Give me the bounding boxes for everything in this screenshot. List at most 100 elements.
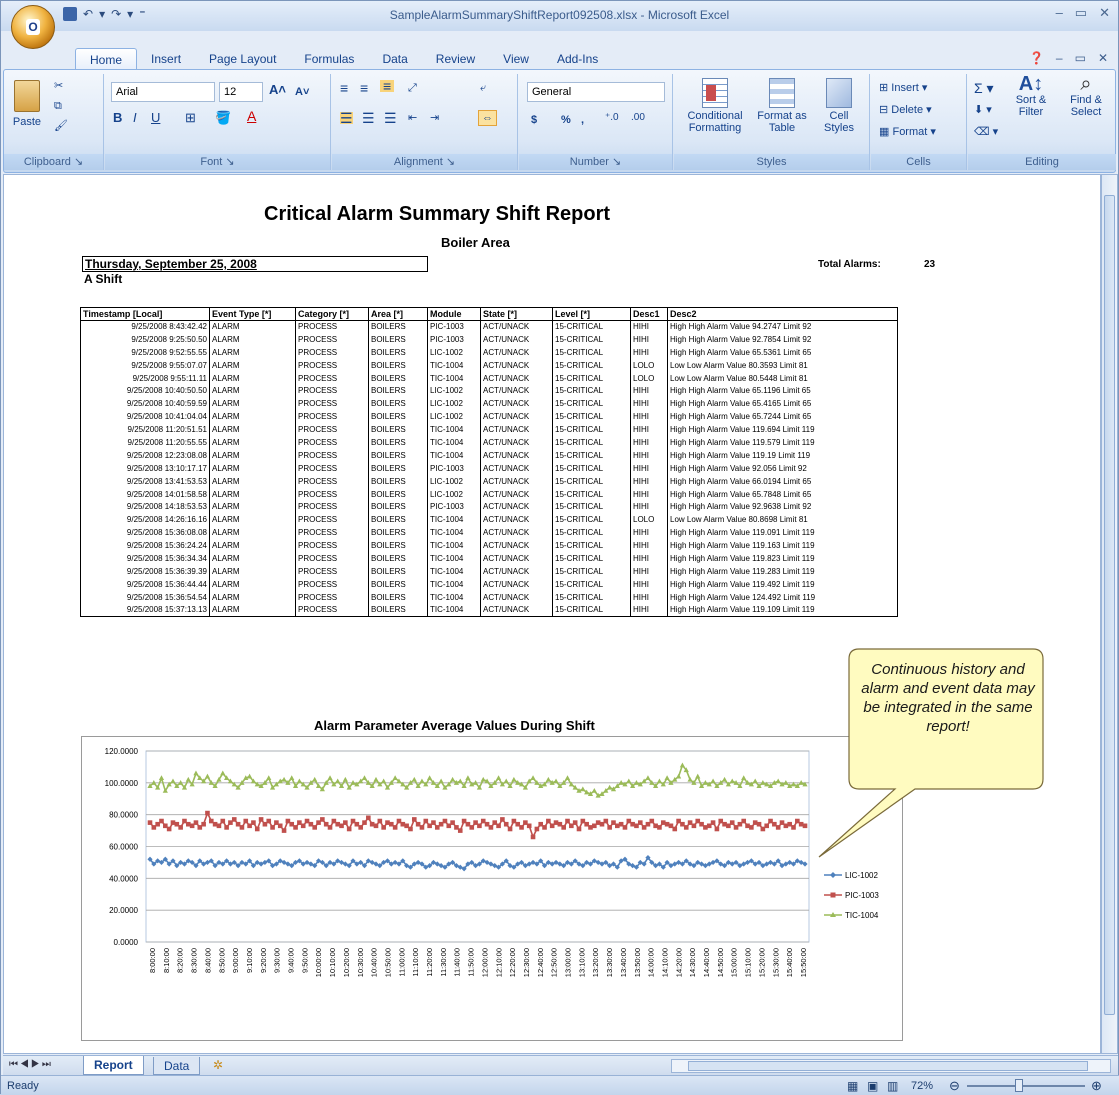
clear-icon[interactable]: ⌫ ▾: [974, 126, 998, 138]
workbook-close-icon[interactable]: ✕: [1098, 51, 1108, 65]
paste-button[interactable]: Paste: [10, 80, 44, 128]
fill-color-icon[interactable]: 🪣: [215, 111, 231, 124]
zoom-level[interactable]: 72%: [911, 1080, 933, 1092]
align-center-icon[interactable]: ☰: [362, 111, 375, 125]
conditional-formatting-button[interactable]: Conditional Formatting: [680, 78, 750, 134]
close-icon[interactable]: ✕: [1099, 5, 1110, 21]
cut-icon[interactable]: ✂: [54, 80, 63, 92]
table-cell: PROCESS: [295, 552, 369, 566]
fill-icon[interactable]: ⬇ ▾: [974, 104, 992, 116]
table-cell: HIHI: [630, 449, 668, 463]
page-break-view-icon[interactable]: ▥: [887, 1079, 898, 1093]
tab-add-ins[interactable]: Add-Ins: [543, 48, 612, 71]
table-row: 9/25/2008 8:43:42.42 ALARM PROCESS BOILERS P…: [80, 320, 898, 334]
grow-font-icon[interactable]: A˄: [269, 83, 286, 96]
workbook-restore-icon[interactable]: ▭: [1075, 51, 1086, 65]
decrease-indent-icon[interactable]: ⇤: [408, 112, 417, 124]
dialog-launcher-icon[interactable]: ↘: [74, 156, 83, 168]
sheet-tab-data[interactable]: Data: [153, 1057, 201, 1075]
data-point: [438, 778, 444, 784]
number-dialog-launcher-icon[interactable]: ↘: [612, 156, 621, 168]
align-right-icon[interactable]: ☰: [384, 111, 397, 125]
table-cell: High High Alarm Value 94.2747 Limit 92: [667, 320, 898, 334]
decrease-decimal-icon[interactable]: .00: [631, 112, 645, 124]
vertical-scrollbar[interactable]: [1101, 174, 1118, 1054]
increase-indent-icon[interactable]: ⇥: [430, 112, 439, 124]
insert-sheet-icon[interactable]: ✲: [213, 1058, 223, 1072]
font-color-icon[interactable]: A: [247, 109, 256, 123]
format-as-table-button[interactable]: Format as Table: [754, 78, 810, 134]
align-left-icon[interactable]: ☰: [340, 111, 353, 125]
table-cell: ACT/UNACK: [480, 449, 553, 463]
office-button[interactable]: O: [11, 5, 55, 49]
zoom-in-icon[interactable]: ⊕: [1091, 1078, 1102, 1094]
font-dialog-launcher-icon[interactable]: ↘: [225, 156, 234, 168]
tab-insert[interactable]: Insert: [137, 48, 195, 71]
paste-label: Paste: [12, 116, 42, 128]
zoom-out-icon[interactable]: ⊖: [949, 1078, 960, 1094]
tab-data[interactable]: Data: [368, 48, 421, 71]
data-point: [591, 787, 597, 793]
data-point: [423, 818, 429, 824]
currency-button[interactable]: $: [531, 114, 537, 126]
horizontal-scrollbar[interactable]: [671, 1059, 1111, 1073]
autosum-icon[interactable]: Σ ▾: [974, 81, 994, 95]
page-layout-view-icon[interactable]: ▣: [867, 1079, 878, 1093]
shrink-font-icon[interactable]: A˅: [295, 86, 309, 98]
align-top-icon[interactable]: ≡: [340, 81, 348, 95]
data-point: [480, 776, 486, 782]
borders-icon[interactable]: ⊞: [185, 111, 196, 124]
font-size-field[interactable]: 12: [219, 82, 263, 102]
tab-view[interactable]: View: [489, 48, 543, 71]
italic-icon[interactable]: I: [133, 111, 137, 124]
data-point: [546, 818, 551, 824]
cell-styles-button[interactable]: Cell Styles: [814, 78, 864, 134]
align-bottom-icon[interactable]: ≡: [380, 79, 395, 93]
zoom-slider[interactable]: [967, 1079, 1085, 1092]
orientation-icon[interactable]: ⤢: [408, 82, 417, 94]
bold-icon[interactable]: B: [113, 111, 122, 124]
data-point: [224, 825, 229, 830]
tab-home[interactable]: Home: [75, 48, 138, 71]
table-cell: 15-CRITICAL: [552, 526, 631, 540]
find-select-button[interactable]: ⌕ Find & Select: [1060, 74, 1112, 118]
table-row: 9/25/2008 10:41:04.04 ALARM PROCESS BOILERS…: [80, 410, 898, 424]
y-tick-label: 80.0000: [109, 811, 138, 820]
minimize-icon[interactable]: –: [1056, 5, 1063, 21]
font-name-field[interactable]: Arial: [111, 82, 215, 102]
copy-icon[interactable]: ⧉: [54, 100, 62, 112]
underline-icon[interactable]: U: [151, 111, 160, 124]
tab-page-layout[interactable]: Page Layout: [195, 48, 290, 71]
table-cell: High High Alarm Value 119.091 Limit 119: [667, 526, 898, 540]
format-cells-button[interactable]: ▦ Format ▾: [879, 126, 936, 138]
alignment-dialog-launcher-icon[interactable]: ↘: [446, 156, 455, 168]
x-tick-label: 9:30:00: [273, 948, 282, 973]
delete-cells-button[interactable]: ⊟ Delete ▾: [879, 104, 932, 116]
zoom-slider-thumb[interactable]: [1015, 1079, 1023, 1092]
comma-button[interactable]: ,: [581, 114, 584, 126]
tab-review[interactable]: Review: [422, 48, 489, 71]
normal-view-icon[interactable]: ▦: [847, 1079, 858, 1093]
horizontal-scroll-thumb[interactable]: [688, 1061, 1088, 1071]
data-point: [216, 823, 222, 829]
format-painter-icon[interactable]: 🖌: [54, 120, 68, 132]
table-cell: 9/25/2008 11:20:55.55: [80, 436, 210, 450]
data-point: [159, 818, 164, 824]
number-format-field[interactable]: General: [527, 82, 665, 102]
align-middle-icon[interactable]: ≡: [360, 81, 368, 95]
sheet-tab-report[interactable]: Report: [83, 1056, 144, 1075]
report-date: Thursday, September 25, 2008: [82, 256, 428, 272]
vertical-scroll-thumb[interactable]: [1104, 195, 1115, 1015]
tab-formulas[interactable]: Formulas: [290, 48, 368, 71]
chart-area[interactable]: 120.0000 100.0000 80.0000 60.0000 40.0000 20.…: [81, 736, 903, 1041]
restore-icon[interactable]: ▭: [1075, 5, 1087, 21]
percent-button[interactable]: %: [561, 114, 571, 126]
sort-filter-button[interactable]: A↕ Sort & Filter: [1004, 74, 1058, 118]
workbook-minimize-icon[interactable]: –: [1056, 51, 1063, 65]
wrap-text-icon[interactable]: ⤶: [480, 82, 486, 94]
insert-cells-button[interactable]: ⊞ Insert ▾: [879, 82, 927, 94]
help-icon[interactable]: ❓: [1029, 51, 1044, 65]
sheet-nav-buttons[interactable]: ⏮◀▶⏭: [9, 1059, 53, 1070]
merge-center-icon[interactable]: ⇔: [478, 110, 497, 126]
increase-decimal-icon[interactable]: ⁺.0: [605, 112, 619, 124]
